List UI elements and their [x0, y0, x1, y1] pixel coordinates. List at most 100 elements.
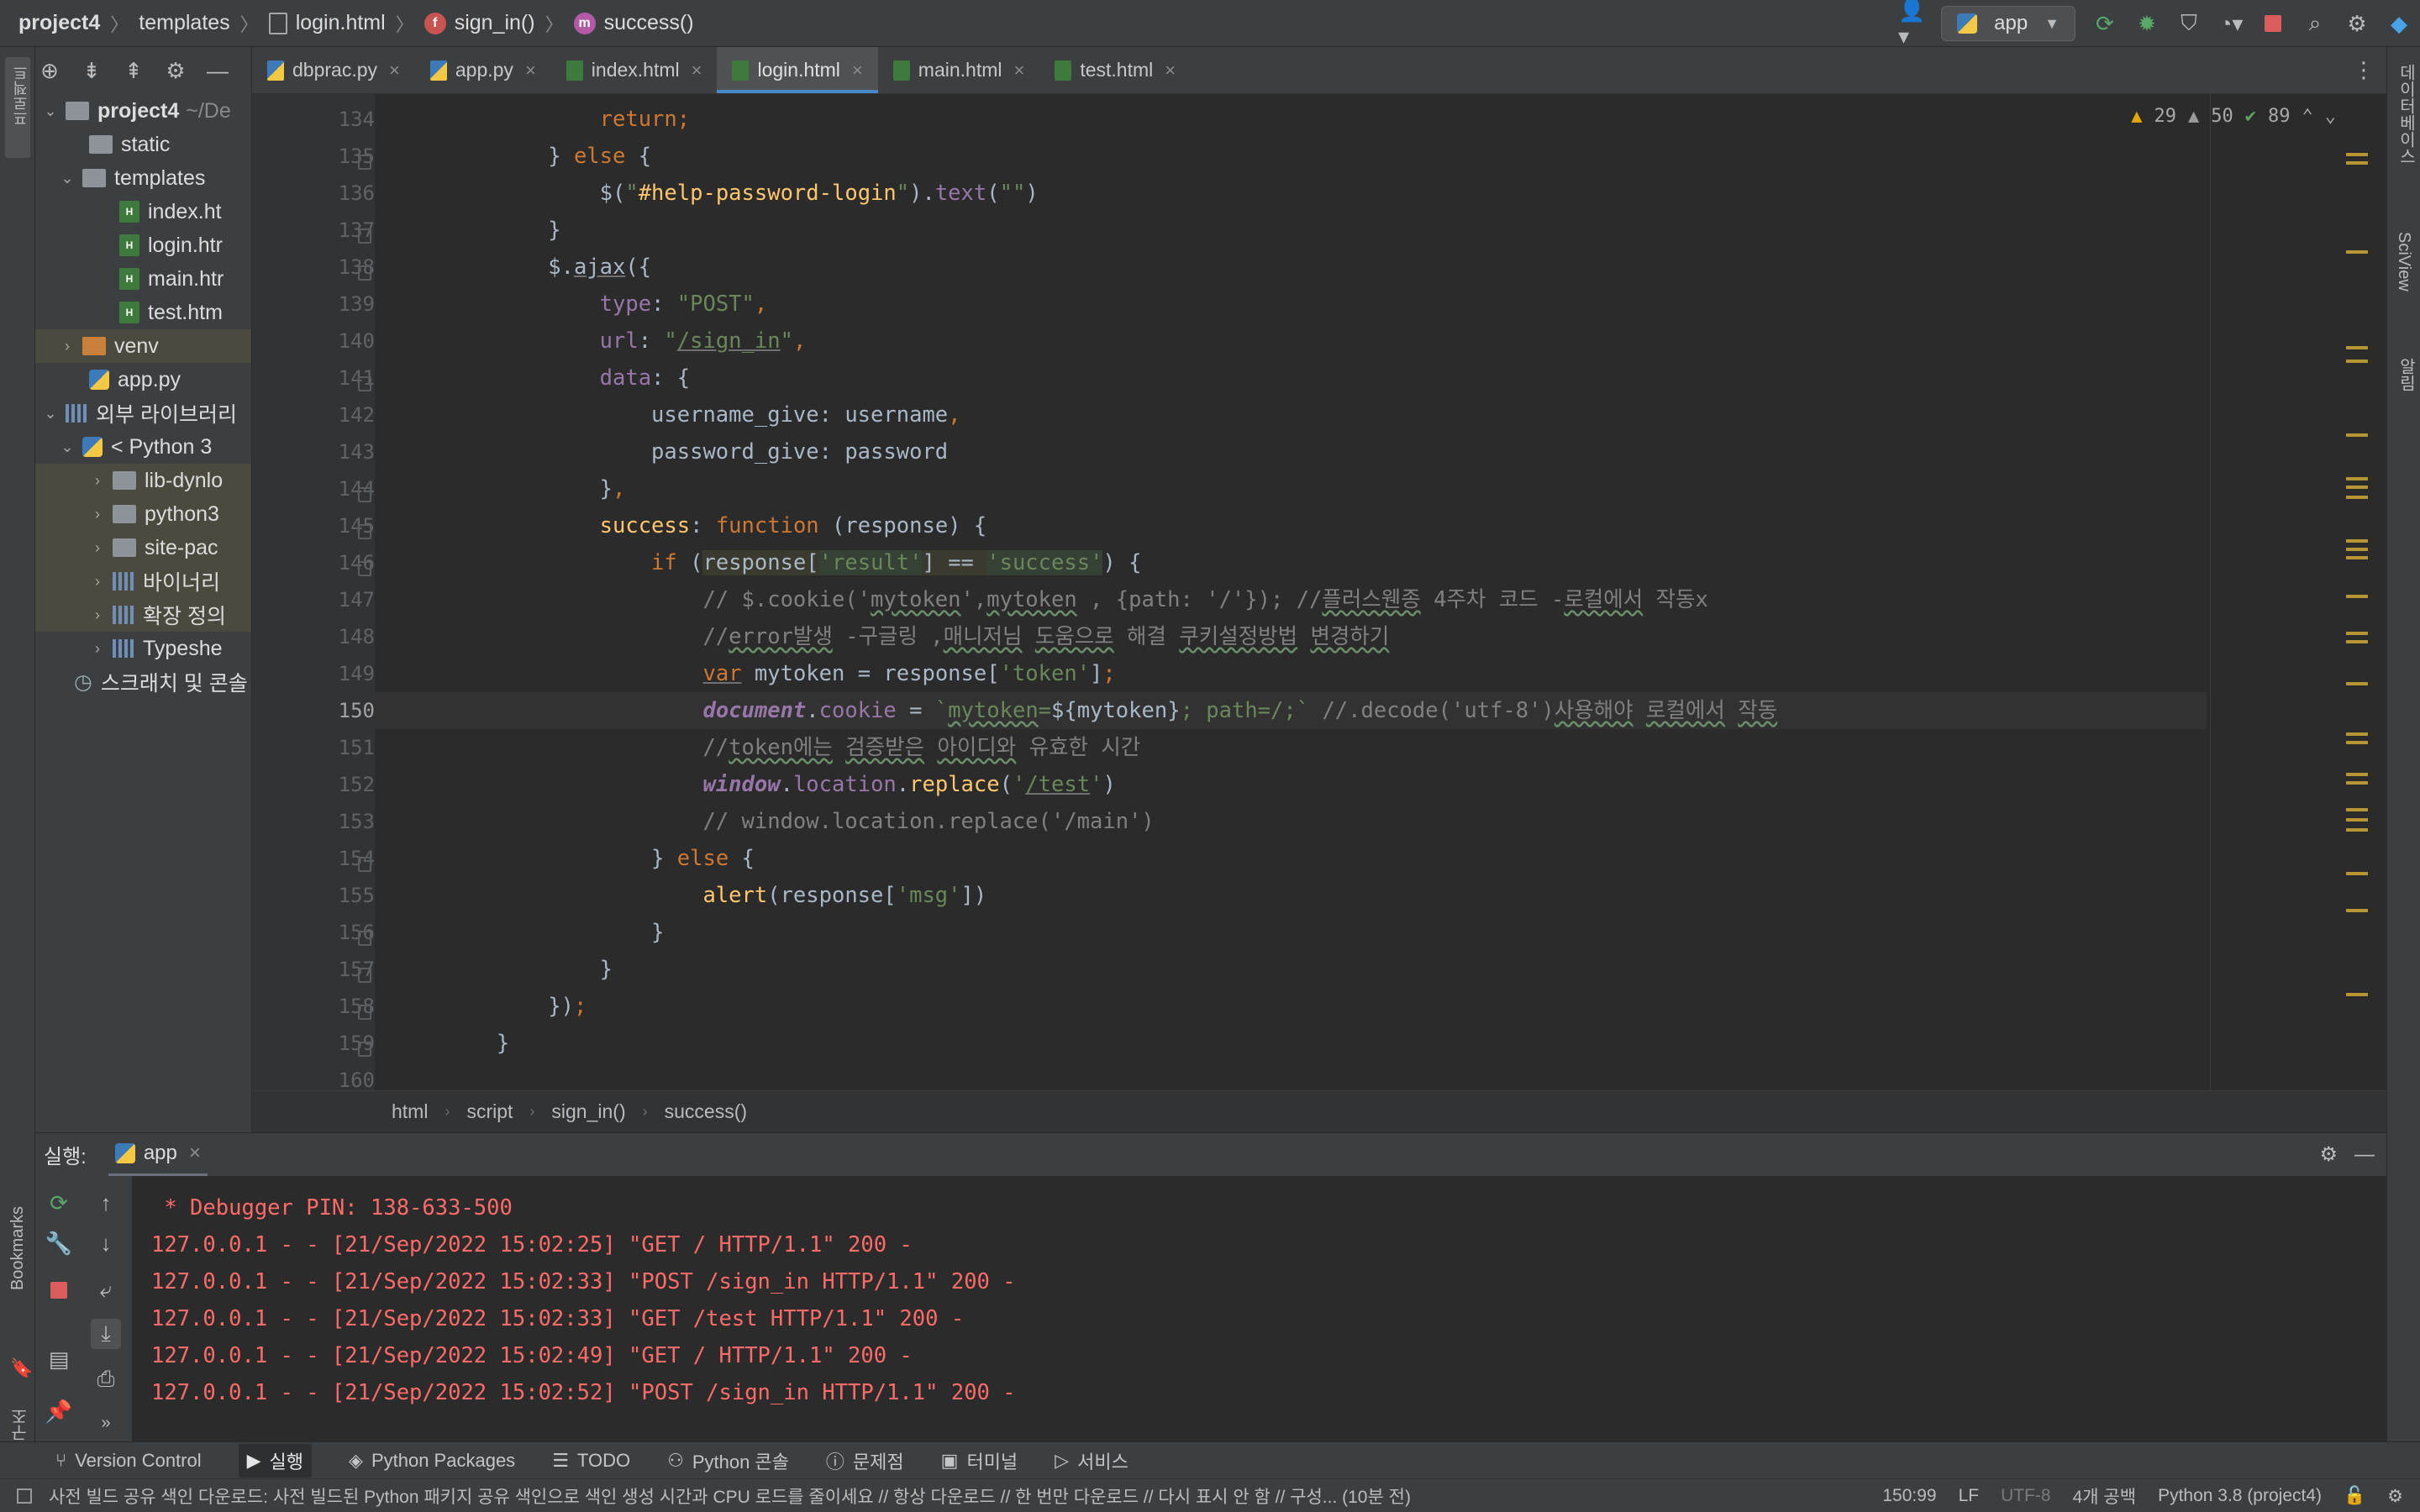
- tree-item-main-html[interactable]: Hmain.htr: [35, 262, 251, 296]
- structure-tool-button[interactable]: 구조: [8, 1408, 33, 1441]
- code-line[interactable]: } else {: [375, 138, 2207, 175]
- tree-item-typeshed[interactable]: › Typeshe: [35, 632, 251, 665]
- tab-app-py[interactable]: app.py ×: [415, 47, 551, 93]
- soft-wrap-icon[interactable]: ⤶: [91, 1275, 121, 1305]
- breadcrumb-project[interactable]: project4: [18, 11, 100, 35]
- tree-item-app-py[interactable]: app.py: [35, 363, 251, 396]
- arrow-up-icon[interactable]: ↑: [91, 1188, 121, 1218]
- notifications-tool-button[interactable]: 알림: [2394, 358, 2418, 391]
- code-line[interactable]: // $.cookie('mytoken',mytoken , {path: '…: [375, 581, 2207, 618]
- code-line[interactable]: },: [375, 470, 2207, 507]
- profile-icon[interactable]: ◔▾: [2218, 11, 2244, 36]
- fold-marker-icon[interactable]: [358, 968, 371, 983]
- code-line[interactable]: return;: [375, 101, 2207, 138]
- fold-marker-icon[interactable]: [358, 487, 371, 502]
- code-line[interactable]: username_give: username,: [375, 396, 2207, 433]
- tab-test-html[interactable]: test.html ×: [1039, 47, 1191, 93]
- code-line[interactable]: alert(response['msg']): [375, 877, 2207, 914]
- toggle-tool-windows-icon[interactable]: [17, 1488, 32, 1504]
- pin-icon[interactable]: 📌: [44, 1396, 74, 1426]
- gear-icon[interactable]: ⚙: [2319, 1142, 2338, 1167]
- tree-item-test-html[interactable]: Htest.htm: [35, 296, 251, 329]
- breadcrumb-method[interactable]: success(): [604, 11, 694, 35]
- code-line[interactable]: }: [375, 212, 2207, 249]
- fold-marker-icon[interactable]: [358, 155, 371, 170]
- code-line[interactable]: url: "/sign_in",: [375, 323, 2207, 360]
- collapse-all-icon[interactable]: ⇞: [121, 58, 146, 83]
- tree-item-external-libraries[interactable]: ⌄ 외부 라이브러리: [35, 396, 251, 430]
- code-line[interactable]: });: [375, 988, 2207, 1025]
- search-icon[interactable]: ⌕: [2302, 10, 2328, 36]
- fold-marker-icon[interactable]: [358, 1042, 371, 1057]
- code-line[interactable]: //error발생 -구글링 ,매니저님 도움으로 해결 쿠키설정방법 변경하기: [375, 618, 2207, 655]
- code-line[interactable]: window.location.replace('/test'): [375, 766, 2207, 803]
- close-icon[interactable]: ×: [692, 60, 702, 81]
- tree-item-venv[interactable]: › venv: [35, 329, 251, 363]
- tree-item-extended-definitions[interactable]: › 확장 정의: [35, 598, 251, 632]
- editor-breadcrumb-item[interactable]: html: [392, 1100, 428, 1123]
- tool-python-packages[interactable]: ◈ Python Packages: [349, 1450, 515, 1472]
- hide-panel-icon[interactable]: —: [2354, 1143, 2375, 1167]
- more-icon[interactable]: »: [91, 1408, 121, 1438]
- tree-item-index-html[interactable]: Hindex.ht: [35, 195, 251, 228]
- tool-python-console[interactable]: ⚇ Python 콘솔: [667, 1447, 789, 1474]
- code-line[interactable]: }: [375, 951, 2207, 988]
- code-line[interactable]: }: [375, 914, 2207, 951]
- code-line[interactable]: type: "POST",: [375, 286, 2207, 323]
- tree-item-scratches[interactable]: ◷ 스크래치 및 콘솔: [35, 665, 251, 699]
- notifications-icon[interactable]: ⚙: [2387, 1486, 2403, 1507]
- layout-icon[interactable]: ▤: [44, 1344, 74, 1374]
- more-tabs-icon[interactable]: ⋮: [2353, 57, 2375, 83]
- gear-icon[interactable]: ⚙: [2344, 11, 2370, 36]
- tree-item-python3[interactable]: › python3: [35, 497, 251, 531]
- editor-breadcrumb-item[interactable]: sign_in(): [551, 1100, 625, 1123]
- run-tab-app[interactable]: app ×: [108, 1133, 208, 1177]
- fold-marker-icon[interactable]: [358, 228, 371, 244]
- coverage-icon[interactable]: ⛉: [2176, 10, 2202, 36]
- fold-marker-icon[interactable]: [358, 1005, 371, 1020]
- expand-all-icon[interactable]: ⇟: [79, 58, 104, 83]
- code-line[interactable]: document.cookie = `mytoken=${mytoken}; p…: [375, 692, 2207, 729]
- status-message[interactable]: 사전 빌드 공유 색인 다운로드: 사전 빌드된 Python 패키지 공유 색…: [49, 1483, 1855, 1509]
- code-line[interactable]: $("#help-password-login").text(""): [375, 175, 2207, 212]
- breadcrumb-folder[interactable]: templates: [139, 11, 229, 35]
- code-line[interactable]: // window.location.replace('/main'): [375, 803, 2207, 840]
- fold-marker-icon[interactable]: [358, 265, 371, 281]
- tool-terminal[interactable]: ▣ 터미널: [941, 1447, 1018, 1474]
- python-interpreter[interactable]: Python 3.8 (project4): [2158, 1486, 2322, 1506]
- tree-item-templates[interactable]: ⌄ templates: [35, 161, 251, 195]
- database-tool-button[interactable]: 데이터베이스: [2394, 64, 2418, 165]
- tool-problems[interactable]: ⓘ 문제점: [826, 1447, 904, 1474]
- close-icon[interactable]: ×: [1013, 60, 1024, 81]
- tab-dbprac-py[interactable]: dbprac.py ×: [252, 47, 415, 93]
- fold-marker-icon[interactable]: [358, 561, 371, 576]
- code-line[interactable]: success: function (response) {: [375, 507, 2207, 544]
- file-encoding[interactable]: UTF-8: [2001, 1486, 2051, 1506]
- lock-icon[interactable]: 🔓: [2344, 1486, 2365, 1506]
- user-icon[interactable]: 👤▾: [1898, 0, 1925, 49]
- close-icon[interactable]: ×: [189, 1142, 201, 1165]
- code-line[interactable]: data: {: [375, 360, 2207, 396]
- inspection-widget[interactable]: ▲ 29 ▲ 50 ✔ 89 ⌃ ⌄: [2131, 106, 2336, 127]
- fold-marker-icon[interactable]: [358, 931, 371, 946]
- code-line[interactable]: password_give: password: [375, 433, 2207, 470]
- stop-icon[interactable]: [44, 1275, 74, 1305]
- close-icon[interactable]: ×: [525, 60, 536, 81]
- stop-icon[interactable]: [2260, 11, 2286, 36]
- gear-icon[interactable]: ⚙: [163, 58, 188, 83]
- rerun-icon[interactable]: ⟳: [2092, 11, 2118, 36]
- close-icon[interactable]: ×: [389, 60, 400, 81]
- project-tool-button[interactable]: 프로젝트: [5, 57, 30, 158]
- close-icon[interactable]: ×: [1165, 60, 1176, 81]
- code-line[interactable]: var mytoken = response['token'];: [375, 655, 2207, 692]
- bookmarks-tool-button[interactable]: Bookmarks: [8, 1206, 28, 1290]
- tree-item-static[interactable]: static: [35, 128, 251, 161]
- run-configuration-select[interactable]: app ▼: [1941, 6, 2075, 41]
- code-line[interactable]: $.ajax({: [375, 249, 2207, 286]
- jetbrains-toolbox-icon[interactable]: ◆: [2386, 11, 2412, 36]
- fold-marker-icon[interactable]: [358, 857, 371, 872]
- debug-icon[interactable]: ✹: [2134, 11, 2160, 36]
- rerun-icon[interactable]: ⟳: [44, 1188, 74, 1218]
- code-line[interactable]: if (response['result'] == 'success') {: [375, 544, 2207, 581]
- caret-position[interactable]: 150:99: [1882, 1486, 1936, 1506]
